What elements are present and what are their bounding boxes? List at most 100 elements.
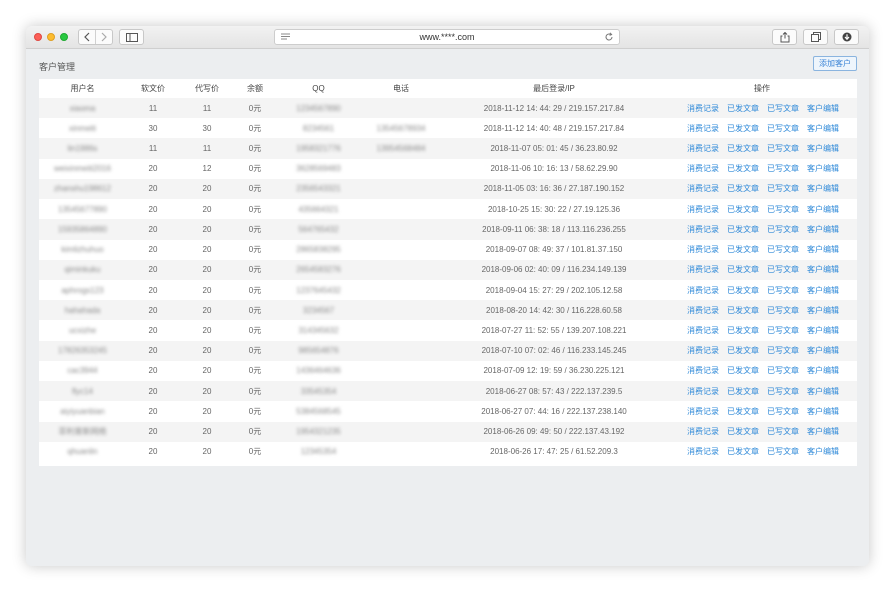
edit-customer-link[interactable]: 客户编辑 [807,104,839,113]
consumption-record-link[interactable]: 消费记录 [687,306,719,315]
published-articles-link[interactable]: 已发文章 [727,447,759,456]
published-articles-link[interactable]: 已发文章 [727,144,759,153]
written-articles-link[interactable]: 已写文章 [767,407,799,416]
published-articles-link[interactable]: 已发文章 [727,205,759,214]
tabs-button[interactable] [803,29,828,45]
consumption-record-link[interactable]: 消费记录 [687,286,719,295]
published-articles-link[interactable]: 已发文章 [727,286,759,295]
edit-customer-link[interactable]: 客户编辑 [807,205,839,214]
address-bar[interactable]: www.****.com [274,29,620,45]
edit-customer-link[interactable]: 客户编辑 [807,387,839,396]
share-button[interactable] [772,29,797,45]
consumption-record-link[interactable]: 消费记录 [687,265,719,274]
edit-customer-link[interactable]: 客户编辑 [807,164,839,173]
consumption-record-link[interactable]: 消费记录 [687,124,719,133]
edit-customer-link[interactable]: 客户编辑 [807,245,839,254]
cell-phone [361,381,441,402]
published-articles-link[interactable]: 已发文章 [727,427,759,436]
edit-customer-link[interactable]: 客户编辑 [807,427,839,436]
consumption-record-link[interactable]: 消费记录 [687,245,719,254]
published-articles-link[interactable]: 已发文章 [727,104,759,113]
cell-last-login: 2018-09-04 15: 27: 29 / 202.105.12.58 [441,279,667,301]
edit-customer-link[interactable]: 客户编辑 [807,286,839,295]
edit-customer-link[interactable]: 客户编辑 [807,265,839,274]
cell-last-login: 2018-06-26 17: 47: 25 / 61.52.209.3 [441,441,667,462]
table-row: 15935864890 20 20 0元 564765432 2018-09-11 06:… [39,219,857,240]
consumption-record-link[interactable]: 消费记录 [687,346,719,355]
consumption-record-link[interactable]: 消费记录 [687,326,719,335]
published-articles-link[interactable]: 已发文章 [727,164,759,173]
edit-customer-link[interactable]: 客户编辑 [807,144,839,153]
written-articles-link[interactable]: 已写文章 [767,326,799,335]
cell-username-value: 13545677890 [58,204,107,214]
written-articles-link[interactable]: 已写文章 [767,104,799,113]
published-articles-link[interactable]: 已发文章 [727,366,759,375]
edit-customer-link[interactable]: 客户编辑 [807,326,839,335]
cell-soft-price: 30 [126,118,180,139]
consumption-record-link[interactable]: 消费记录 [687,144,719,153]
written-articles-link[interactable]: 已写文章 [767,124,799,133]
written-articles-link[interactable]: 已写文章 [767,164,799,173]
downloads-button[interactable] [834,29,859,45]
published-articles-link[interactable]: 已发文章 [727,346,759,355]
consumption-record-link[interactable]: 消费记录 [687,205,719,214]
published-articles-link[interactable]: 已发文章 [727,225,759,234]
close-window-button[interactable] [34,33,42,41]
published-articles-link[interactable]: 已发文章 [727,407,759,416]
written-articles-link[interactable]: 已写文章 [767,427,799,436]
published-articles-link[interactable]: 已发文章 [727,184,759,193]
written-articles-link[interactable]: 已写文章 [767,447,799,456]
header-username: 用户名 [70,84,95,93]
edit-customer-link[interactable]: 客户编辑 [807,346,839,355]
cell-username-value: qhuanlin [67,447,98,457]
written-articles-link[interactable]: 已写文章 [767,366,799,375]
edit-customer-link[interactable]: 客户编辑 [807,407,839,416]
add-customer-button[interactable]: 添加客户 [813,56,857,71]
sidebar-button[interactable] [119,29,144,45]
published-articles-link[interactable]: 已发文章 [727,387,759,396]
published-articles-link[interactable]: 已发文章 [727,306,759,315]
header-soft-price: 软文价 [141,84,165,93]
consumption-record-link[interactable]: 消费记录 [687,164,719,173]
written-articles-link[interactable]: 已写文章 [767,387,799,396]
consumption-record-link[interactable]: 消费记录 [687,407,719,416]
written-articles-link[interactable]: 已写文章 [767,245,799,254]
written-articles-link[interactable]: 已写文章 [767,205,799,214]
back-button[interactable] [79,30,95,44]
url-text: www.****.com [419,32,475,42]
consumption-record-link[interactable]: 消费记录 [687,104,719,113]
cell-username-value: qiminkuku [64,265,101,275]
forward-button[interactable] [95,30,112,44]
header-qq: QQ [312,84,325,93]
written-articles-link[interactable]: 已写文章 [767,306,799,315]
cell-last-login: 2018-06-26 09: 49: 50 / 222.137.43.192 [441,421,667,442]
cell-username: cac3944 [39,360,126,382]
written-articles-link[interactable]: 已写文章 [767,184,799,193]
consumption-record-link[interactable]: 消费记录 [687,427,719,436]
written-articles-link[interactable]: 已写文章 [767,225,799,234]
written-articles-link[interactable]: 已写文章 [767,346,799,355]
edit-customer-link[interactable]: 客户编辑 [807,184,839,193]
edit-customer-link[interactable]: 客户编辑 [807,366,839,375]
consumption-record-link[interactable]: 消费记录 [687,184,719,193]
edit-customer-link[interactable]: 客户编辑 [807,225,839,234]
written-articles-link[interactable]: 已写文章 [767,265,799,274]
reload-icon[interactable] [604,32,614,42]
written-articles-link[interactable]: 已写文章 [767,286,799,295]
edit-customer-link[interactable]: 客户编辑 [807,124,839,133]
published-articles-link[interactable]: 已发文章 [727,265,759,274]
cell-phone [361,199,441,220]
consumption-record-link[interactable]: 消费记录 [687,225,719,234]
published-articles-link[interactable]: 已发文章 [727,124,759,133]
cell-write-price: 12 [180,158,234,179]
zoom-window-button[interactable] [60,33,68,41]
consumption-record-link[interactable]: 消费记录 [687,447,719,456]
minimize-window-button[interactable] [47,33,55,41]
written-articles-link[interactable]: 已写文章 [767,144,799,153]
published-articles-link[interactable]: 已发文章 [727,245,759,254]
published-articles-link[interactable]: 已发文章 [727,326,759,335]
consumption-record-link[interactable]: 消费记录 [687,366,719,375]
consumption-record-link[interactable]: 消费记录 [687,387,719,396]
edit-customer-link[interactable]: 客户编辑 [807,306,839,315]
edit-customer-link[interactable]: 客户编辑 [807,447,839,456]
